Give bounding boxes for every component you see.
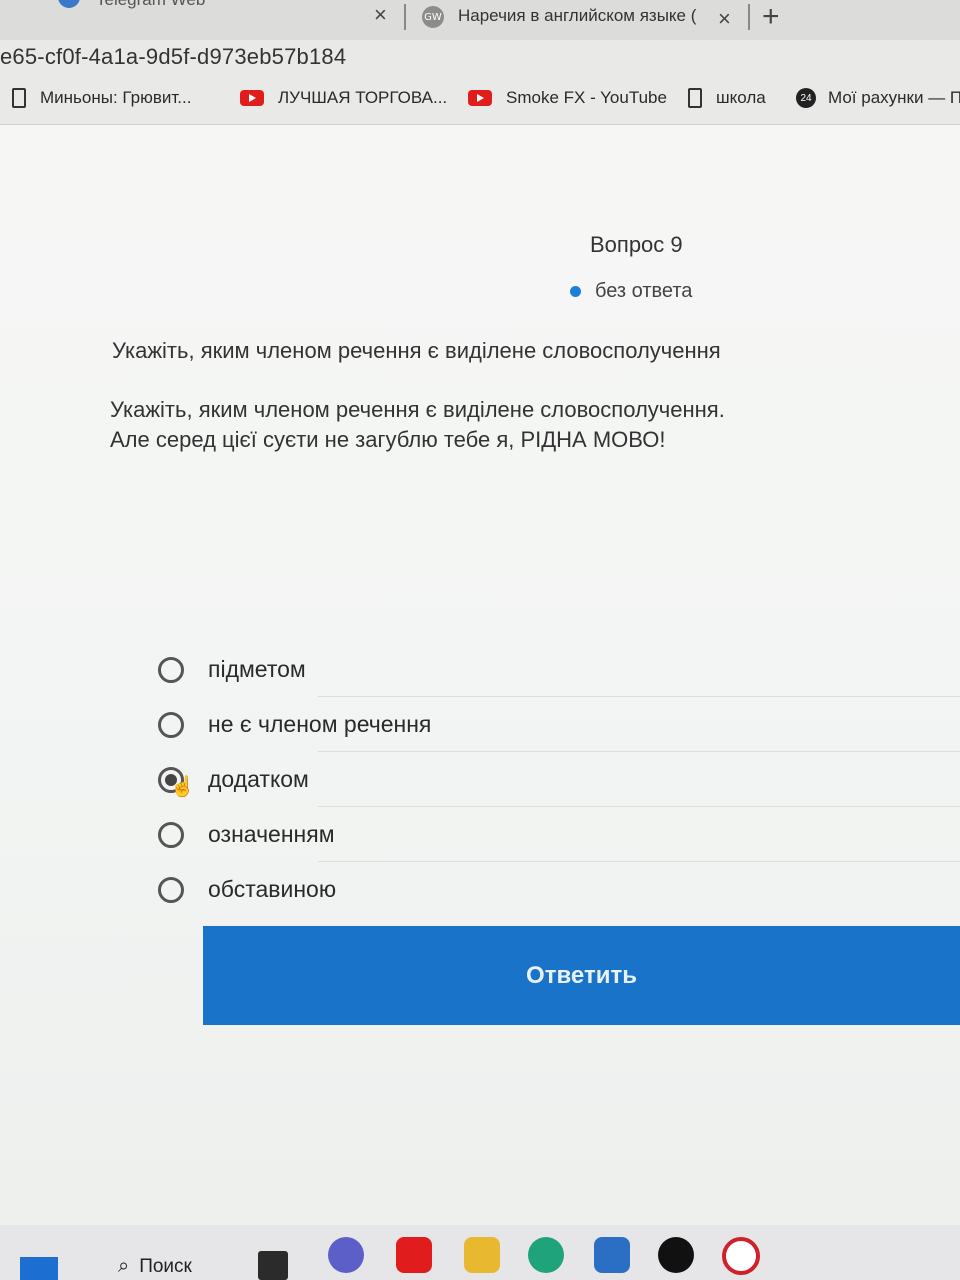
hand-cursor-icon: ☝ (170, 776, 195, 798)
radio-button[interactable] (158, 711, 184, 738)
windows-start-icon[interactable] (20, 1257, 58, 1280)
answer-options: підметом не є членом речення ☝ додатком … (158, 642, 960, 917)
tiktok-icon[interactable] (658, 1237, 694, 1273)
submit-answer-button[interactable]: Ответить (203, 926, 960, 1025)
tab-telegram[interactable]: Telegram Web × (0, 0, 400, 40)
option-item[interactable]: ☝ додатком (158, 752, 960, 807)
option-item[interactable]: обставиною (158, 862, 948, 917)
folder-icon[interactable] (464, 1237, 500, 1273)
telegram-icon (58, 0, 80, 8)
bookmark-item[interactable]: ЛУЧШАЯ ТОРГОВА... (240, 88, 447, 108)
option-label[interactable]: додатком (208, 766, 309, 793)
tab-strip: Telegram Web × GW Наречия в английском я… (0, 0, 960, 40)
file-explorer-icon[interactable] (258, 1251, 288, 1280)
question-number: Вопрос 9 (590, 232, 683, 257)
close-icon[interactable]: × (718, 6, 731, 32)
tab-title: Telegram Web (96, 0, 205, 10)
edge-icon[interactable] (528, 1237, 564, 1273)
bookmark-item[interactable]: 24 Мої рахунки — П (796, 88, 960, 108)
option-item[interactable]: означенням (158, 807, 960, 862)
status-text: без ответа (595, 280, 693, 302)
bookmark-label: школа (716, 88, 766, 107)
bookmark-label: ЛУЧШАЯ ТОРГОВА... (278, 88, 448, 107)
radio-button[interactable] (158, 821, 184, 848)
taskbar-search[interactable]: ⌕ Поиск (118, 1255, 192, 1278)
youtube-icon[interactable] (396, 1237, 432, 1273)
option-item[interactable]: підметом (158, 642, 960, 697)
tab-separator (404, 4, 406, 30)
radio-button[interactable] (158, 656, 184, 683)
privat24-icon: 24 (796, 88, 816, 108)
status-dot-icon (570, 286, 581, 297)
tab-active[interactable]: GW Наречия в английском языке ( × (418, 0, 748, 40)
answer-status: без ответа (570, 280, 692, 303)
gw-favicon-icon: GW (422, 6, 444, 28)
taskbar-search-label: Поиск (139, 1255, 192, 1277)
search-icon: ⌕ (118, 1255, 130, 1277)
url-text[interactable]: e65-cf0f-4a1a-9d5f-d973eb57b184 (0, 44, 346, 70)
bookmarks-bar: Миньоны: Грювит... ЛУЧШАЯ ТОРГОВА... Smo… (0, 80, 960, 125)
option-label[interactable]: означенням (208, 821, 335, 848)
youtube-icon (240, 90, 264, 106)
address-bar[interactable]: e65-cf0f-4a1a-9d5f-d973eb57b184 (0, 40, 960, 80)
option-label[interactable]: не є членом речення (208, 711, 431, 738)
bookmark-item[interactable]: Миньоны: Грювит... (12, 88, 191, 108)
option-label[interactable]: підметом (208, 656, 306, 683)
tab-separator (748, 4, 750, 30)
new-tab-button[interactable]: + (762, 0, 780, 34)
document-icon (688, 88, 702, 108)
mail-icon[interactable] (594, 1237, 630, 1273)
bookmark-label: Миньоны: Грювит... (40, 88, 192, 107)
bookmark-item[interactable]: школа (688, 88, 766, 108)
teams-icon[interactable] (328, 1237, 364, 1273)
bookmark-item[interactable]: Smoke FX - YouTube (468, 88, 667, 108)
option-label[interactable]: обставиною (208, 876, 336, 903)
taskbar: ⌕ Поиск (0, 1225, 960, 1280)
question-sentence: Але серед цієї суєти не загублю тебе я, … (110, 427, 666, 452)
bookmark-label: Мої рахунки — П (828, 88, 960, 107)
tab-title: Наречия в английском языке ( (458, 6, 697, 25)
question-instruction: Укажіть, яким членом речення є виділене … (110, 397, 725, 422)
youtube-icon (468, 90, 492, 106)
option-item[interactable]: не є членом речення (158, 697, 960, 752)
question-prompt: Укажіть, яким членом речення є виділене … (112, 338, 721, 363)
radio-button[interactable] (158, 876, 184, 903)
document-icon (12, 88, 26, 108)
bookmark-label: Smoke FX - YouTube (506, 88, 667, 107)
opera-icon[interactable] (722, 1237, 760, 1275)
close-icon[interactable]: × (374, 2, 387, 28)
question-body: Укажіть, яким членом речення є виділене … (110, 395, 725, 455)
